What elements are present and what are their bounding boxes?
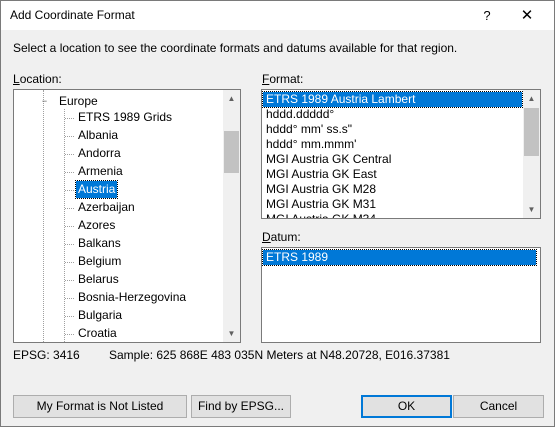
datum-list-item[interactable]: ETRS 1989 — [262, 249, 537, 266]
format-list-item[interactable]: ETRS 1989 Austria Lambert — [262, 91, 523, 108]
tree-connector — [65, 190, 74, 191]
tree-connector — [65, 208, 74, 209]
tree-connector — [65, 118, 74, 119]
tree-item-europe[interactable]: Europe — [57, 93, 100, 110]
tree-item[interactable]: Andorra — [76, 145, 123, 162]
tree-item[interactable]: Croatia — [76, 325, 119, 342]
cancel-button[interactable]: Cancel — [453, 395, 544, 418]
sample-text: Sample: 625 868E 483 035N Meters at N48.… — [109, 348, 450, 362]
format-list-item[interactable]: MGI Austria GK East — [263, 167, 516, 182]
scroll-down-icon[interactable]: ▼ — [523, 201, 540, 218]
scroll-thumb[interactable] — [224, 131, 239, 173]
collapse-icon[interactable]: − — [40, 97, 49, 106]
epsg-code: EPSG: 3416 — [13, 348, 80, 362]
tree-item[interactable]: Armenia — [76, 163, 125, 180]
dialog-window: Add Coordinate Format ? ✕ Select a locat… — [0, 0, 555, 427]
instruction-text: Select a location to see the coordinate … — [13, 41, 458, 55]
datum-list[interactable]: ETRS 1989 — [261, 247, 541, 343]
format-scrollbar[interactable]: ▲ ▼ — [523, 90, 540, 218]
title-bar: Add Coordinate Format ? ✕ — [1, 1, 554, 30]
help-button[interactable]: ? — [467, 1, 507, 30]
format-list-item[interactable]: MGI Austria GK M34 — [263, 212, 516, 218]
format-list-item[interactable]: hddd° mm.mmm' — [263, 137, 516, 152]
location-tree[interactable]: − Europe ETRS 1989 Grids Albania Andorra Ar… — [13, 89, 241, 343]
tree-connector — [65, 244, 74, 245]
tree-connector — [65, 172, 74, 173]
tree-item[interactable]: Bulgaria — [76, 307, 124, 324]
tree-item[interactable]: Balkans — [76, 235, 123, 252]
close-button[interactable]: ✕ — [507, 1, 547, 30]
format-list-item[interactable]: MGI Austria GK M28 — [263, 182, 516, 197]
format-list-item[interactable]: MGI Austria GK Central — [263, 152, 516, 167]
scroll-thumb[interactable] — [524, 108, 539, 156]
tree-item[interactable]: Azores — [76, 217, 117, 234]
ok-button[interactable]: OK — [361, 395, 452, 418]
scroll-up-icon[interactable]: ▲ — [523, 90, 540, 107]
tree-connector — [65, 136, 74, 137]
window-title: Add Coordinate Format — [10, 8, 135, 22]
format-list-item[interactable]: MGI Austria GK M31 — [263, 197, 516, 212]
scroll-down-icon[interactable]: ▼ — [223, 325, 240, 342]
tree-item[interactable]: Azerbaijan — [76, 199, 137, 216]
tree-item[interactable]: ETRS 1989 Grids — [76, 109, 174, 126]
location-scrollbar[interactable]: ▲ ▼ — [223, 90, 240, 342]
scroll-up-icon[interactable]: ▲ — [223, 90, 240, 107]
tree-connector — [65, 334, 74, 335]
location-label: Location: — [13, 72, 62, 86]
tree-connector — [65, 316, 74, 317]
tree-item[interactable]: Belarus — [76, 271, 121, 288]
tree-item[interactable]: Belgium — [76, 253, 123, 270]
tree-item[interactable]: Bosnia-Herzegovina — [76, 289, 188, 306]
format-list-item[interactable]: hddd° mm' ss.s" — [263, 122, 516, 137]
format-list[interactable]: ETRS 1989 Austria Lambert hddd.ddddd° hddd… — [261, 89, 541, 219]
format-not-listed-button[interactable]: My Format is Not Listed — [13, 395, 187, 418]
tree-item[interactable]: Albania — [76, 127, 120, 144]
tree-connector — [65, 298, 74, 299]
tree-connector — [65, 280, 74, 281]
tree-connector — [65, 154, 74, 155]
format-list-item[interactable]: hddd.ddddd° — [263, 107, 516, 122]
tree-item[interactable]: Austria — [74, 180, 119, 199]
find-by-epsg-button[interactable]: Find by EPSG... — [191, 395, 291, 418]
tree-connector — [65, 262, 74, 263]
datum-label: Datum: — [262, 230, 301, 244]
format-label: Format: — [262, 72, 304, 86]
tree-connector — [65, 226, 74, 227]
tree-guide-line — [43, 90, 44, 342]
